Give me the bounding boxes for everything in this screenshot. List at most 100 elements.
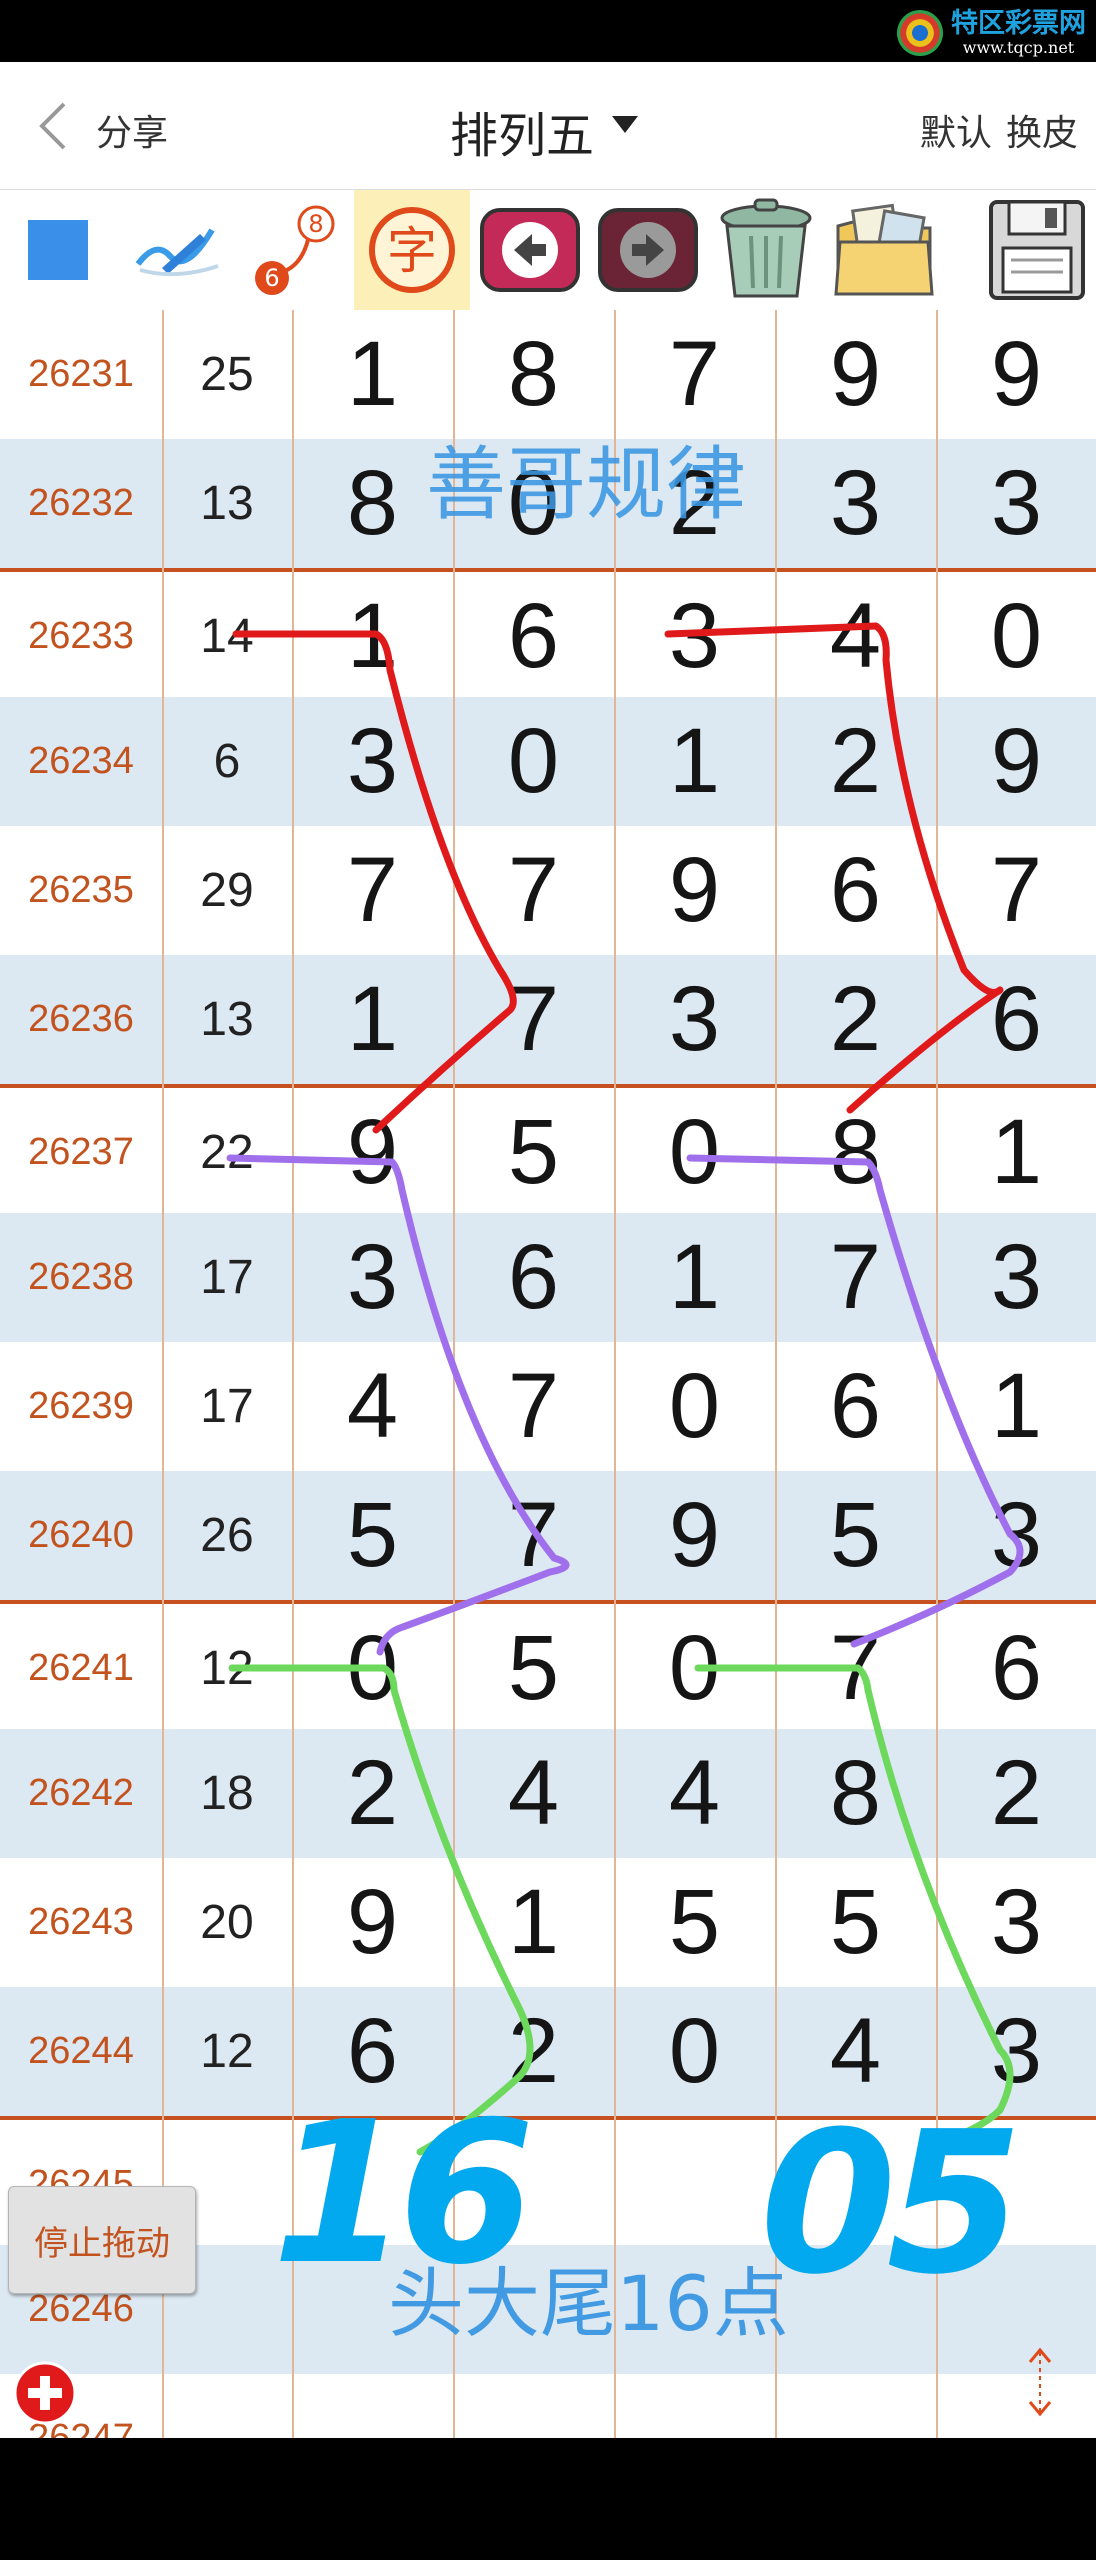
digit-cell[interactable] bbox=[453, 2374, 614, 2438]
share-button[interactable]: 分享 bbox=[96, 104, 168, 156]
digit-cell[interactable]: 6 bbox=[775, 1342, 936, 1471]
tool-color[interactable] bbox=[0, 190, 116, 310]
title-dropdown-caret-icon[interactable] bbox=[612, 116, 638, 133]
digit-cell[interactable] bbox=[614, 2374, 775, 2438]
digit-cell[interactable]: 9 bbox=[614, 826, 775, 955]
digit-cell[interactable]: 2 bbox=[775, 955, 936, 1084]
digit-cell[interactable]: 3 bbox=[614, 955, 775, 1084]
tool-brush[interactable] bbox=[118, 190, 234, 310]
sum-value: 20 bbox=[200, 1896, 254, 1949]
digit-cell[interactable]: 4 bbox=[614, 1729, 775, 1858]
add-plus-icon[interactable] bbox=[12, 2360, 78, 2426]
digit-cell[interactable]: 3 bbox=[936, 439, 1096, 568]
digit-cell[interactable]: 9 bbox=[936, 697, 1096, 826]
tool-save[interactable] bbox=[978, 190, 1096, 310]
digit-cell[interactable]: 1 bbox=[292, 572, 453, 701]
digit-cell[interactable]: 3 bbox=[936, 1213, 1096, 1342]
table-row[interactable]: 26236 13 1 7 3 2 6 bbox=[0, 955, 1096, 1084]
digit-cell[interactable]: 2 bbox=[775, 697, 936, 826]
table-row[interactable]: 26235 29 7 7 9 6 7 bbox=[0, 826, 1096, 955]
tool-clear[interactable] bbox=[708, 190, 824, 310]
digit-cell[interactable]: 2 bbox=[936, 1729, 1096, 1858]
issue-number: 26242 bbox=[28, 1772, 134, 1814]
back-chevron-icon[interactable] bbox=[34, 100, 74, 152]
digit-cell[interactable]: 1 bbox=[614, 697, 775, 826]
digit-cell[interactable]: 7 bbox=[775, 1213, 936, 1342]
tool-redo[interactable] bbox=[590, 190, 706, 310]
digit-cell[interactable]: 5 bbox=[614, 1858, 775, 1987]
table-row[interactable]: 26241 12 0 5 0 7 6 bbox=[0, 1600, 1096, 1729]
digit-cell[interactable]: 4 bbox=[775, 572, 936, 701]
digit-cell[interactable]: 6 bbox=[936, 1604, 1096, 1733]
digit-cell[interactable]: 3 bbox=[936, 1858, 1096, 1987]
digit-cell[interactable]: 9 bbox=[775, 310, 936, 439]
digit-cell[interactable]: 3 bbox=[292, 697, 453, 826]
digit-cell[interactable]: 4 bbox=[453, 1729, 614, 1858]
digit-cell[interactable] bbox=[775, 2374, 936, 2438]
table-row[interactable]: 26240 26 5 7 9 5 3 bbox=[0, 1471, 1096, 1600]
digit-cell[interactable]: 3 bbox=[614, 572, 775, 701]
digit-cell[interactable] bbox=[614, 2120, 775, 2249]
digit-cell[interactable]: 5 bbox=[775, 1471, 936, 1600]
skin-button[interactable]: 换皮 bbox=[1006, 104, 1078, 156]
digit-cell[interactable]: 0 bbox=[614, 1088, 775, 1217]
digit-cell[interactable]: 5 bbox=[292, 1471, 453, 1600]
digit-cell[interactable]: 8 bbox=[775, 1729, 936, 1858]
digit-cell[interactable]: 6 bbox=[936, 955, 1096, 1084]
digit-cell[interactable]: 7 bbox=[453, 826, 614, 955]
tool-text[interactable]: 字 bbox=[354, 190, 470, 310]
digit-cell[interactable]: 3 bbox=[775, 439, 936, 568]
digit-cell[interactable]: 0 bbox=[614, 1342, 775, 1471]
table-row[interactable]: 26239 17 4 7 0 6 1 bbox=[0, 1342, 1096, 1471]
digit-cell[interactable]: 1 bbox=[292, 955, 453, 1084]
digit-cell[interactable]: 3 bbox=[292, 1213, 453, 1342]
digit-cell[interactable]: 0 bbox=[936, 572, 1096, 701]
digit-cell[interactable]: 6 bbox=[453, 1213, 614, 1342]
default-button[interactable]: 默认 bbox=[920, 104, 992, 156]
table-row[interactable]: 26242 18 2 4 4 8 2 bbox=[0, 1729, 1096, 1858]
issue-number: 26244 bbox=[28, 2030, 134, 2072]
page-title[interactable]: 排列五 bbox=[450, 96, 594, 166]
digit-cell[interactable]: 7 bbox=[775, 1604, 936, 1733]
digit-cell[interactable]: 1 bbox=[936, 1088, 1096, 1217]
digit-cell[interactable]: 4 bbox=[292, 1342, 453, 1471]
scroll-arrows-icon[interactable] bbox=[1016, 2344, 1064, 2420]
digit-cell[interactable]: 9 bbox=[292, 1858, 453, 1987]
tool-undo[interactable] bbox=[472, 190, 588, 310]
table-row[interactable]: 26233 14 1 6 3 4 0 bbox=[0, 568, 1096, 697]
digit-cell[interactable]: 7 bbox=[453, 1471, 614, 1600]
digit-cell[interactable]: 0 bbox=[453, 697, 614, 826]
digit-cell[interactable]: 5 bbox=[453, 1088, 614, 1217]
digit-cell[interactable]: 0 bbox=[292, 1604, 453, 1733]
digit-cell[interactable]: 2 bbox=[292, 1729, 453, 1858]
digit-cell[interactable]: 9 bbox=[936, 310, 1096, 439]
table-row[interactable]: 26247 bbox=[0, 2374, 1096, 2438]
digit-cell[interactable]: 6 bbox=[775, 826, 936, 955]
sum-value: 29 bbox=[200, 864, 254, 917]
digit-cell[interactable]: 5 bbox=[775, 1858, 936, 1987]
table-row[interactable]: 26237 22 9 5 0 8 1 bbox=[0, 1084, 1096, 1213]
digit-cell[interactable]: 7 bbox=[936, 826, 1096, 955]
digit-cell[interactable]: 6 bbox=[453, 572, 614, 701]
digit-cell[interactable]: 8 bbox=[775, 1088, 936, 1217]
table-row[interactable]: 26234 6 3 0 1 2 9 bbox=[0, 697, 1096, 826]
digit-cell[interactable]: 9 bbox=[614, 1471, 775, 1600]
digit-cell[interactable]: 5 bbox=[453, 1604, 614, 1733]
digit-cell[interactable]: 7 bbox=[453, 1342, 614, 1471]
stop-drag-button[interactable]: 停止拖动 bbox=[8, 2186, 196, 2294]
digit-cell[interactable]: 0 bbox=[614, 1604, 775, 1733]
table-row[interactable]: 26238 17 3 6 1 7 3 bbox=[0, 1213, 1096, 1342]
digit-cell[interactable]: 1 bbox=[453, 1858, 614, 1987]
digit-cell[interactable] bbox=[292, 2374, 453, 2438]
digit-cell[interactable]: 0 bbox=[614, 1987, 775, 2116]
sum-value: 17 bbox=[200, 1251, 254, 1304]
digit-cell[interactable]: 7 bbox=[453, 955, 614, 1084]
tool-number-link[interactable]: 8 6 bbox=[236, 190, 352, 310]
digit-cell[interactable]: 3 bbox=[936, 1471, 1096, 1600]
digit-cell[interactable]: 7 bbox=[292, 826, 453, 955]
table-row[interactable]: 26243 20 9 1 5 5 3 bbox=[0, 1858, 1096, 1987]
digit-cell[interactable]: 9 bbox=[292, 1088, 453, 1217]
digit-cell[interactable]: 1 bbox=[614, 1213, 775, 1342]
digit-cell[interactable]: 1 bbox=[936, 1342, 1096, 1471]
tool-gallery[interactable] bbox=[826, 190, 942, 310]
